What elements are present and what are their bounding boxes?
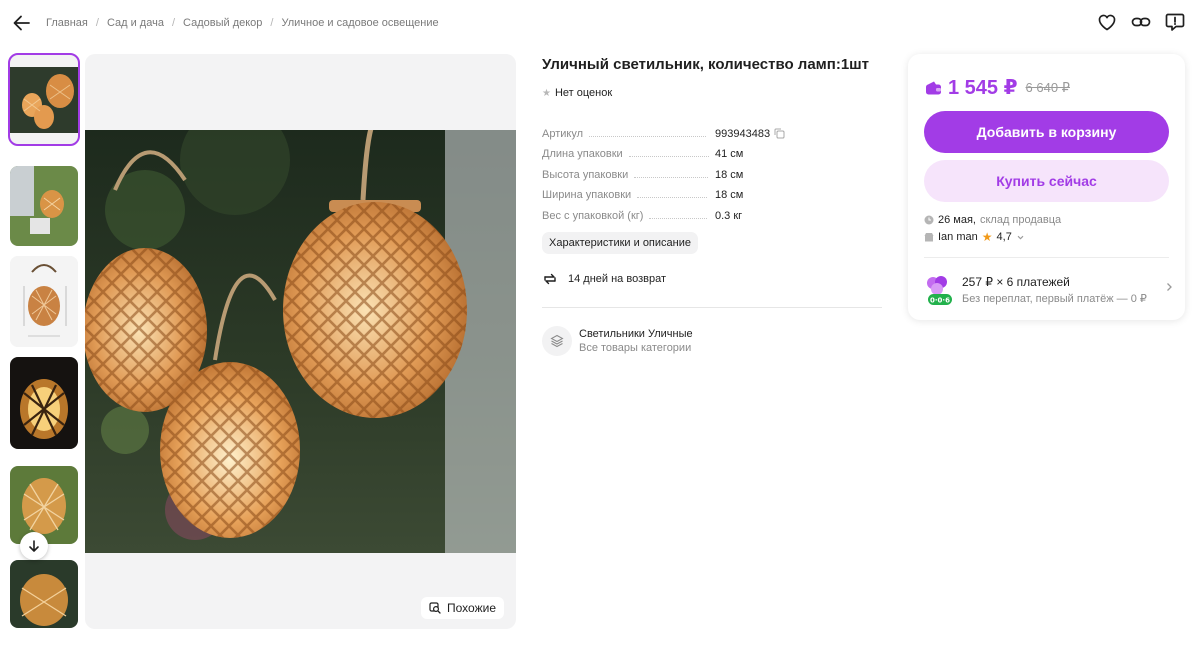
category-subtitle: Все товары категории — [579, 341, 692, 354]
spec-row: Ширина упаковки 18 см — [542, 181, 882, 201]
store-icon — [924, 233, 934, 242]
product-rating[interactable]: ★ Нет оценок — [542, 87, 882, 99]
installment-logo-icon: 0·0·6 — [927, 276, 952, 305]
buy-card: 1 545 ₽ 6 640 ₽ Добавить в корзину Купит… — [908, 54, 1185, 320]
installment-badge: 0·0·6 — [930, 297, 950, 305]
divider — [542, 306, 882, 308]
clock-icon — [924, 215, 934, 225]
breadcrumb-item-garden-decor[interactable]: Садовый декор — [183, 17, 262, 29]
installment-plan[interactable]: 0·0·6 257 ₽ × 6 платежей Без переплат, п… — [924, 270, 1172, 310]
chevron-down-icon — [1017, 235, 1024, 239]
breadcrumb-separator: / — [270, 17, 274, 29]
spec-row: Высота упаковки 18 см — [542, 160, 882, 181]
similar-products-label: Похожие — [447, 601, 496, 615]
breadcrumb-item-outdoor-lighting[interactable]: Уличное и садовое освещение — [281, 17, 438, 29]
arrow-down-icon — [29, 540, 39, 552]
thumbnail-image — [10, 55, 78, 144]
article-number: 993943483 — [715, 127, 771, 140]
breadcrumb-item-garden[interactable]: Сад и дача — [107, 17, 164, 29]
heart-icon — [1098, 14, 1116, 31]
spec-key: Длина упаковки — [542, 148, 623, 160]
spec-leader — [589, 135, 707, 137]
thumbnail-5[interactable] — [10, 466, 78, 544]
delivery-source: склад продавца — [979, 214, 1062, 226]
spec-value: 18 см — [715, 168, 744, 181]
spec-value: 18 см — [715, 189, 744, 201]
thumbnail-2[interactable] — [10, 166, 78, 246]
category-link[interactable]: Светильники Уличные Все товары категории — [542, 325, 882, 356]
thumbnail-3[interactable] — [10, 256, 78, 347]
divider — [924, 257, 1169, 258]
add-to-cart-button[interactable]: Добавить в корзину — [924, 111, 1169, 153]
report-button[interactable] — [1164, 11, 1186, 33]
installment-main: 257 ₽ × 6 платежей — [962, 275, 1070, 289]
favorite-button[interactable] — [1096, 11, 1118, 33]
header-actions — [1096, 11, 1186, 33]
spec-key: Высота упаковки — [542, 168, 629, 181]
spec-key: Вес с упаковкой (кг) — [542, 209, 644, 222]
spec-value: 41 см — [715, 148, 744, 160]
product-info: Уличный светильник, количество ламп:1шт … — [542, 56, 882, 356]
thumbnail-image — [10, 466, 78, 544]
arrow-left-icon — [13, 15, 30, 31]
report-icon — [1165, 13, 1185, 31]
thumbnail-4[interactable] — [10, 357, 78, 449]
old-price: 6 640 ₽ — [1025, 79, 1070, 95]
spec-row: Артикул 993943483 — [542, 119, 882, 140]
spec-row: Длина упаковки 41 см — [542, 140, 882, 160]
spec-value: 0.3 кг — [715, 209, 743, 222]
return-policy[interactable]: 14 дней на возврат — [542, 271, 882, 287]
spec-list: Артикул 993943483 Длина упаковки 41 см В… — [542, 119, 882, 222]
seller-rating: 4,7 — [996, 231, 1012, 243]
buy-now-button[interactable]: Купить сейчас — [924, 160, 1169, 202]
similar-products-button[interactable]: Похожие — [421, 597, 504, 619]
thumbnail-image — [10, 357, 78, 449]
link-icon — [1131, 17, 1151, 27]
share-link-button[interactable] — [1130, 11, 1152, 33]
delivery-info: 26 мая, склад продавца — [924, 214, 1061, 226]
back-button[interactable] — [11, 12, 33, 34]
spec-leader — [628, 156, 709, 157]
thumbnail-image — [10, 166, 78, 246]
installment-subtitle: Без переплат, первый платёж — 0 ₽ — [962, 293, 1147, 305]
thumbnail-1[interactable] — [8, 53, 80, 146]
breadcrumb-item-home[interactable]: Главная — [46, 17, 88, 29]
wallet-icon — [926, 81, 941, 94]
main-product-image[interactable]: Похожие — [85, 54, 516, 629]
seller-name: Ian man — [938, 231, 978, 243]
star-icon: ★ — [981, 230, 993, 244]
thumbnail-image — [10, 256, 78, 347]
price-row: 1 545 ₽ 6 640 ₽ — [925, 75, 1070, 100]
product-title: Уличный светильник, количество ламп:1шт — [542, 56, 870, 73]
similar-search-icon — [429, 602, 441, 614]
thumbnail-6[interactable] — [10, 560, 78, 628]
characteristics-button[interactable]: Характеристики и описание — [542, 231, 698, 254]
breadcrumb-separator: / — [95, 17, 99, 29]
product-photo — [85, 130, 516, 553]
layers-icon — [542, 325, 572, 356]
spec-key: Артикул — [542, 127, 584, 140]
chevron-right-icon — [1167, 283, 1172, 291]
current-price: 1 545 ₽ — [948, 77, 1018, 99]
spec-key: Ширина упаковки — [542, 189, 632, 201]
spec-leader — [637, 197, 708, 198]
spec-leader — [649, 217, 708, 219]
spec-leader — [634, 176, 709, 178]
category-name: Светильники Уличные — [579, 327, 693, 340]
seller-info[interactable]: Ian man ★ 4,7 — [924, 230, 1025, 244]
spec-row: Вес с упаковкой (кг) 0.3 кг — [542, 201, 882, 222]
copy-icon[interactable] — [774, 128, 785, 139]
rating-text: Нет оценок — [554, 87, 613, 99]
return-text: 14 дней на возврат — [568, 272, 666, 285]
spec-value: 993943483 — [715, 128, 785, 140]
thumbnail-image — [10, 560, 78, 628]
star-icon: ★ — [542, 87, 551, 99]
thumbnails-scroll-down-button[interactable] — [20, 532, 48, 560]
breadcrumb-separator: / — [171, 17, 176, 29]
return-arrows-icon — [544, 273, 556, 284]
breadcrumb: Главная / Сад и дача / Садовый декор / У… — [46, 17, 439, 29]
delivery-date: 26 мая, — [938, 214, 976, 226]
